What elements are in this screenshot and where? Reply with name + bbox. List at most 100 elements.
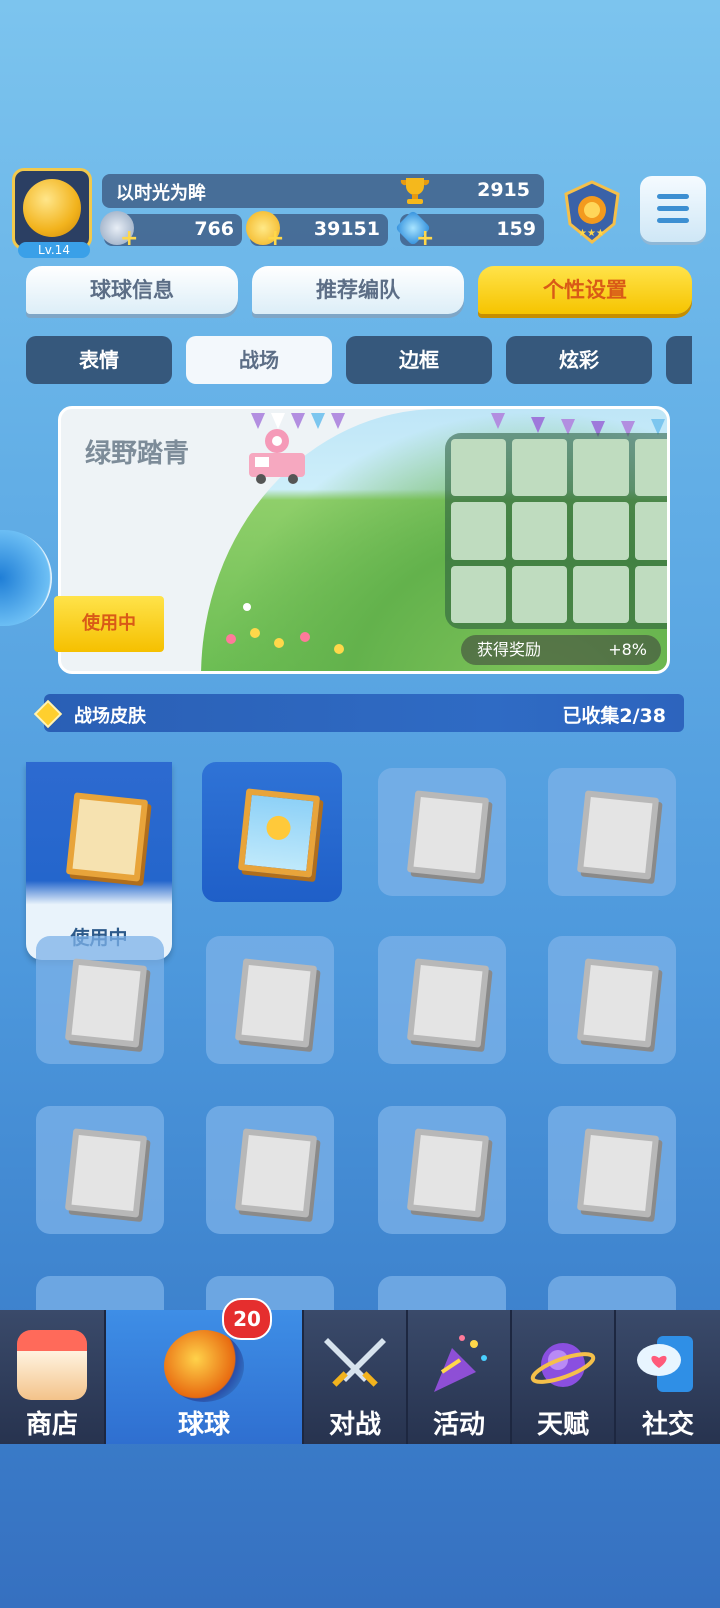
skin-card-locked[interactable]	[378, 768, 506, 896]
nav-battle[interactable]: 对战	[304, 1310, 406, 1444]
menu-icon-line	[657, 218, 689, 223]
ball-icon	[164, 1330, 244, 1402]
diamond-icon	[33, 699, 63, 729]
grid-cell	[512, 565, 568, 623]
candy-frame-icon	[234, 1128, 318, 1218]
nav-social-label: 社交	[641, 1410, 694, 1440]
rank-badge-icon[interactable]: ★★★	[560, 180, 624, 246]
menu-icon	[657, 194, 689, 199]
party-popper-icon	[434, 1335, 487, 1392]
nav-talent-label: 天赋	[536, 1410, 589, 1440]
player-level: Lv.14	[18, 242, 90, 258]
skin-card-partial[interactable]	[36, 1276, 164, 1310]
grid-cell	[451, 439, 507, 497]
collection-title: 战场皮肤	[74, 706, 146, 727]
gems-bar[interactable]: + 159	[394, 209, 544, 250]
subtab-more[interactable]	[666, 336, 692, 384]
svg-text:★★★: ★★★	[578, 228, 605, 239]
blank-frame-icon	[406, 1128, 490, 1218]
battlefield-grid	[445, 433, 667, 629]
nav-shop[interactable]: 商店	[0, 1310, 104, 1444]
subtab-battlefield[interactable]: 战场	[186, 336, 332, 384]
menu-icon-line	[657, 206, 689, 211]
planet-frame-icon	[576, 790, 660, 880]
trophy-count: 2915	[477, 179, 530, 201]
reward-label: 获得奖励	[477, 640, 542, 659]
skin-card-locked[interactable]	[548, 936, 676, 1064]
nav-talent[interactable]: 天赋	[512, 1310, 614, 1444]
grid-cell	[512, 502, 568, 560]
skin-card-locked[interactable]	[548, 1106, 676, 1234]
skin-card-locked[interactable]	[36, 1106, 164, 1234]
food-truck-icon	[249, 429, 305, 484]
tab-ball-info[interactable]: 球球信息	[26, 266, 238, 314]
tab-recommended-team[interactable]: 推荐编队	[252, 266, 464, 314]
collection-count: 已收集2/38	[562, 705, 666, 727]
grid-cell	[451, 565, 507, 623]
add-coins-icon[interactable]: +	[266, 228, 284, 250]
nav-balls[interactable]: 球球	[106, 1310, 302, 1444]
grid-cell	[634, 439, 667, 497]
gem-frame-icon	[576, 958, 660, 1048]
coins-bar[interactable]: + 39151	[246, 211, 388, 250]
nav-social[interactable]: 社交	[616, 1310, 720, 1444]
flowers-icon	[226, 603, 344, 654]
grid-cell	[512, 439, 568, 497]
witch-frame-icon	[64, 1128, 148, 1218]
reward-value: +8%	[608, 640, 647, 659]
stars-count: 766	[194, 218, 234, 240]
trophy-icon	[400, 178, 430, 204]
picnic-frame-icon	[65, 792, 149, 882]
grid-cell	[573, 439, 629, 497]
snowflake-frame-icon	[406, 790, 490, 880]
player-name: 以时光为眸	[116, 183, 206, 204]
grid-cell	[573, 502, 629, 560]
grid-cell	[634, 565, 667, 623]
menu-button[interactable]	[640, 176, 706, 242]
shop-icon	[17, 1330, 87, 1400]
skin-card-active[interactable]: 使用中	[26, 762, 172, 960]
starfish-frame-icon	[234, 958, 318, 1048]
add-stars-icon[interactable]: +	[120, 228, 138, 250]
piggy-bank-avatar-icon	[23, 179, 81, 237]
subtab-colors[interactable]: 炫彩	[506, 336, 652, 384]
skin-card-owned[interactable]	[202, 762, 342, 902]
player-avatar[interactable]	[12, 168, 92, 250]
in-use-ticket: 使用中	[54, 596, 164, 652]
nav-shop-label: 商店	[25, 1410, 78, 1440]
skin-card-locked[interactable]	[36, 936, 164, 1064]
sunny-frame-icon	[237, 788, 321, 878]
coral-frame-icon	[64, 958, 148, 1048]
planet-icon	[530, 1343, 596, 1387]
grid-cell	[573, 565, 629, 623]
coins-count: 39151	[313, 218, 380, 240]
sun-icon	[265, 814, 292, 842]
skin-card-locked[interactable]	[378, 936, 506, 1064]
grid-cell	[451, 502, 507, 560]
chat-heart-icon	[637, 1336, 693, 1392]
nav-events[interactable]: 活动	[408, 1310, 510, 1444]
player-name-bar: 以时光为眸 2915	[102, 174, 544, 208]
skin-card-locked[interactable]	[378, 1106, 506, 1234]
gems-count: 159	[496, 218, 536, 240]
collection-header: 战场皮肤 已收集2/38	[33, 694, 684, 732]
stars-bar[interactable]: + 766	[100, 211, 242, 250]
nav-balls-label: 球球	[177, 1410, 230, 1440]
grid-cell	[634, 502, 667, 560]
notification-badge: 20	[222, 1298, 272, 1340]
add-gems-icon[interactable]: +	[416, 228, 434, 250]
skin-card-partial[interactable]	[548, 1276, 676, 1310]
surfboard-frame-icon	[406, 958, 490, 1048]
side-shortcut-icon[interactable]	[0, 530, 52, 626]
skin-card-locked[interactable]	[206, 936, 334, 1064]
skin-card-locked[interactable]	[206, 1106, 334, 1234]
subtab-frames[interactable]: 边框	[346, 336, 492, 384]
crossed-swords-icon	[324, 1338, 386, 1387]
bottom-nav: 商店 球球 对战 活动 天赋 社交	[0, 1310, 720, 1444]
nav-events-label: 活动	[432, 1410, 485, 1440]
subtab-emotes[interactable]: 表情	[26, 336, 172, 384]
skin-card-partial[interactable]	[378, 1276, 506, 1310]
skin-card-locked[interactable]	[548, 768, 676, 896]
tab-personal-settings[interactable]: 个性设置	[478, 266, 692, 314]
spotlight-frame-icon	[576, 1128, 660, 1218]
